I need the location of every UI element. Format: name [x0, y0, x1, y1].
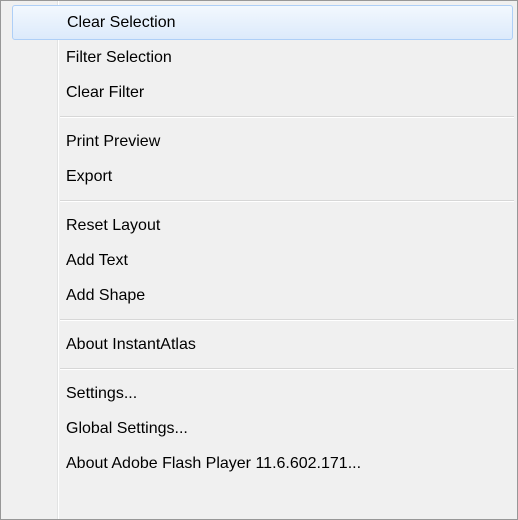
- menu-separator: [1, 313, 517, 327]
- menu-item-label: Export: [66, 168, 113, 185]
- menu-item-filter-selection[interactable]: Filter Selection: [1, 40, 517, 75]
- menu-item-add-text[interactable]: Add Text: [1, 243, 517, 278]
- menu-item-about-instantatlas[interactable]: About InstantAtlas: [1, 327, 517, 362]
- menu-item-label: Print Preview: [66, 133, 161, 150]
- menu-item-label: Clear Filter: [66, 84, 145, 101]
- context-menu: Clear Selection Filter Selection Clear F…: [0, 0, 518, 520]
- menu-item-clear-selection[interactable]: Clear Selection: [12, 5, 513, 40]
- menu-item-label: About Adobe Flash Player 11.6.602.171...: [66, 455, 362, 472]
- menu-item-global-settings[interactable]: Global Settings...: [1, 411, 517, 446]
- menu-item-label: Add Text: [66, 252, 128, 269]
- menu-items: Clear Selection Filter Selection Clear F…: [1, 5, 517, 481]
- menu-item-export[interactable]: Export: [1, 159, 517, 194]
- menu-separator: [1, 110, 517, 124]
- menu-item-label: Reset Layout: [66, 217, 161, 234]
- menu-item-label: Global Settings...: [66, 420, 188, 437]
- menu-item-label: Filter Selection: [66, 49, 172, 66]
- menu-item-reset-layout[interactable]: Reset Layout: [1, 208, 517, 243]
- menu-item-about-flash-player[interactable]: About Adobe Flash Player 11.6.602.171...: [1, 446, 517, 481]
- menu-item-clear-filter[interactable]: Clear Filter: [1, 75, 517, 110]
- menu-item-label: Clear Selection: [67, 14, 176, 31]
- menu-item-add-shape[interactable]: Add Shape: [1, 278, 517, 313]
- menu-item-label: Add Shape: [66, 287, 146, 304]
- menu-item-label: About InstantAtlas: [66, 336, 196, 353]
- menu-item-print-preview[interactable]: Print Preview: [1, 124, 517, 159]
- menu-item-label: Settings...: [66, 385, 138, 402]
- menu-separator: [1, 362, 517, 376]
- menu-item-settings[interactable]: Settings...: [1, 376, 517, 411]
- menu-separator: [1, 194, 517, 208]
